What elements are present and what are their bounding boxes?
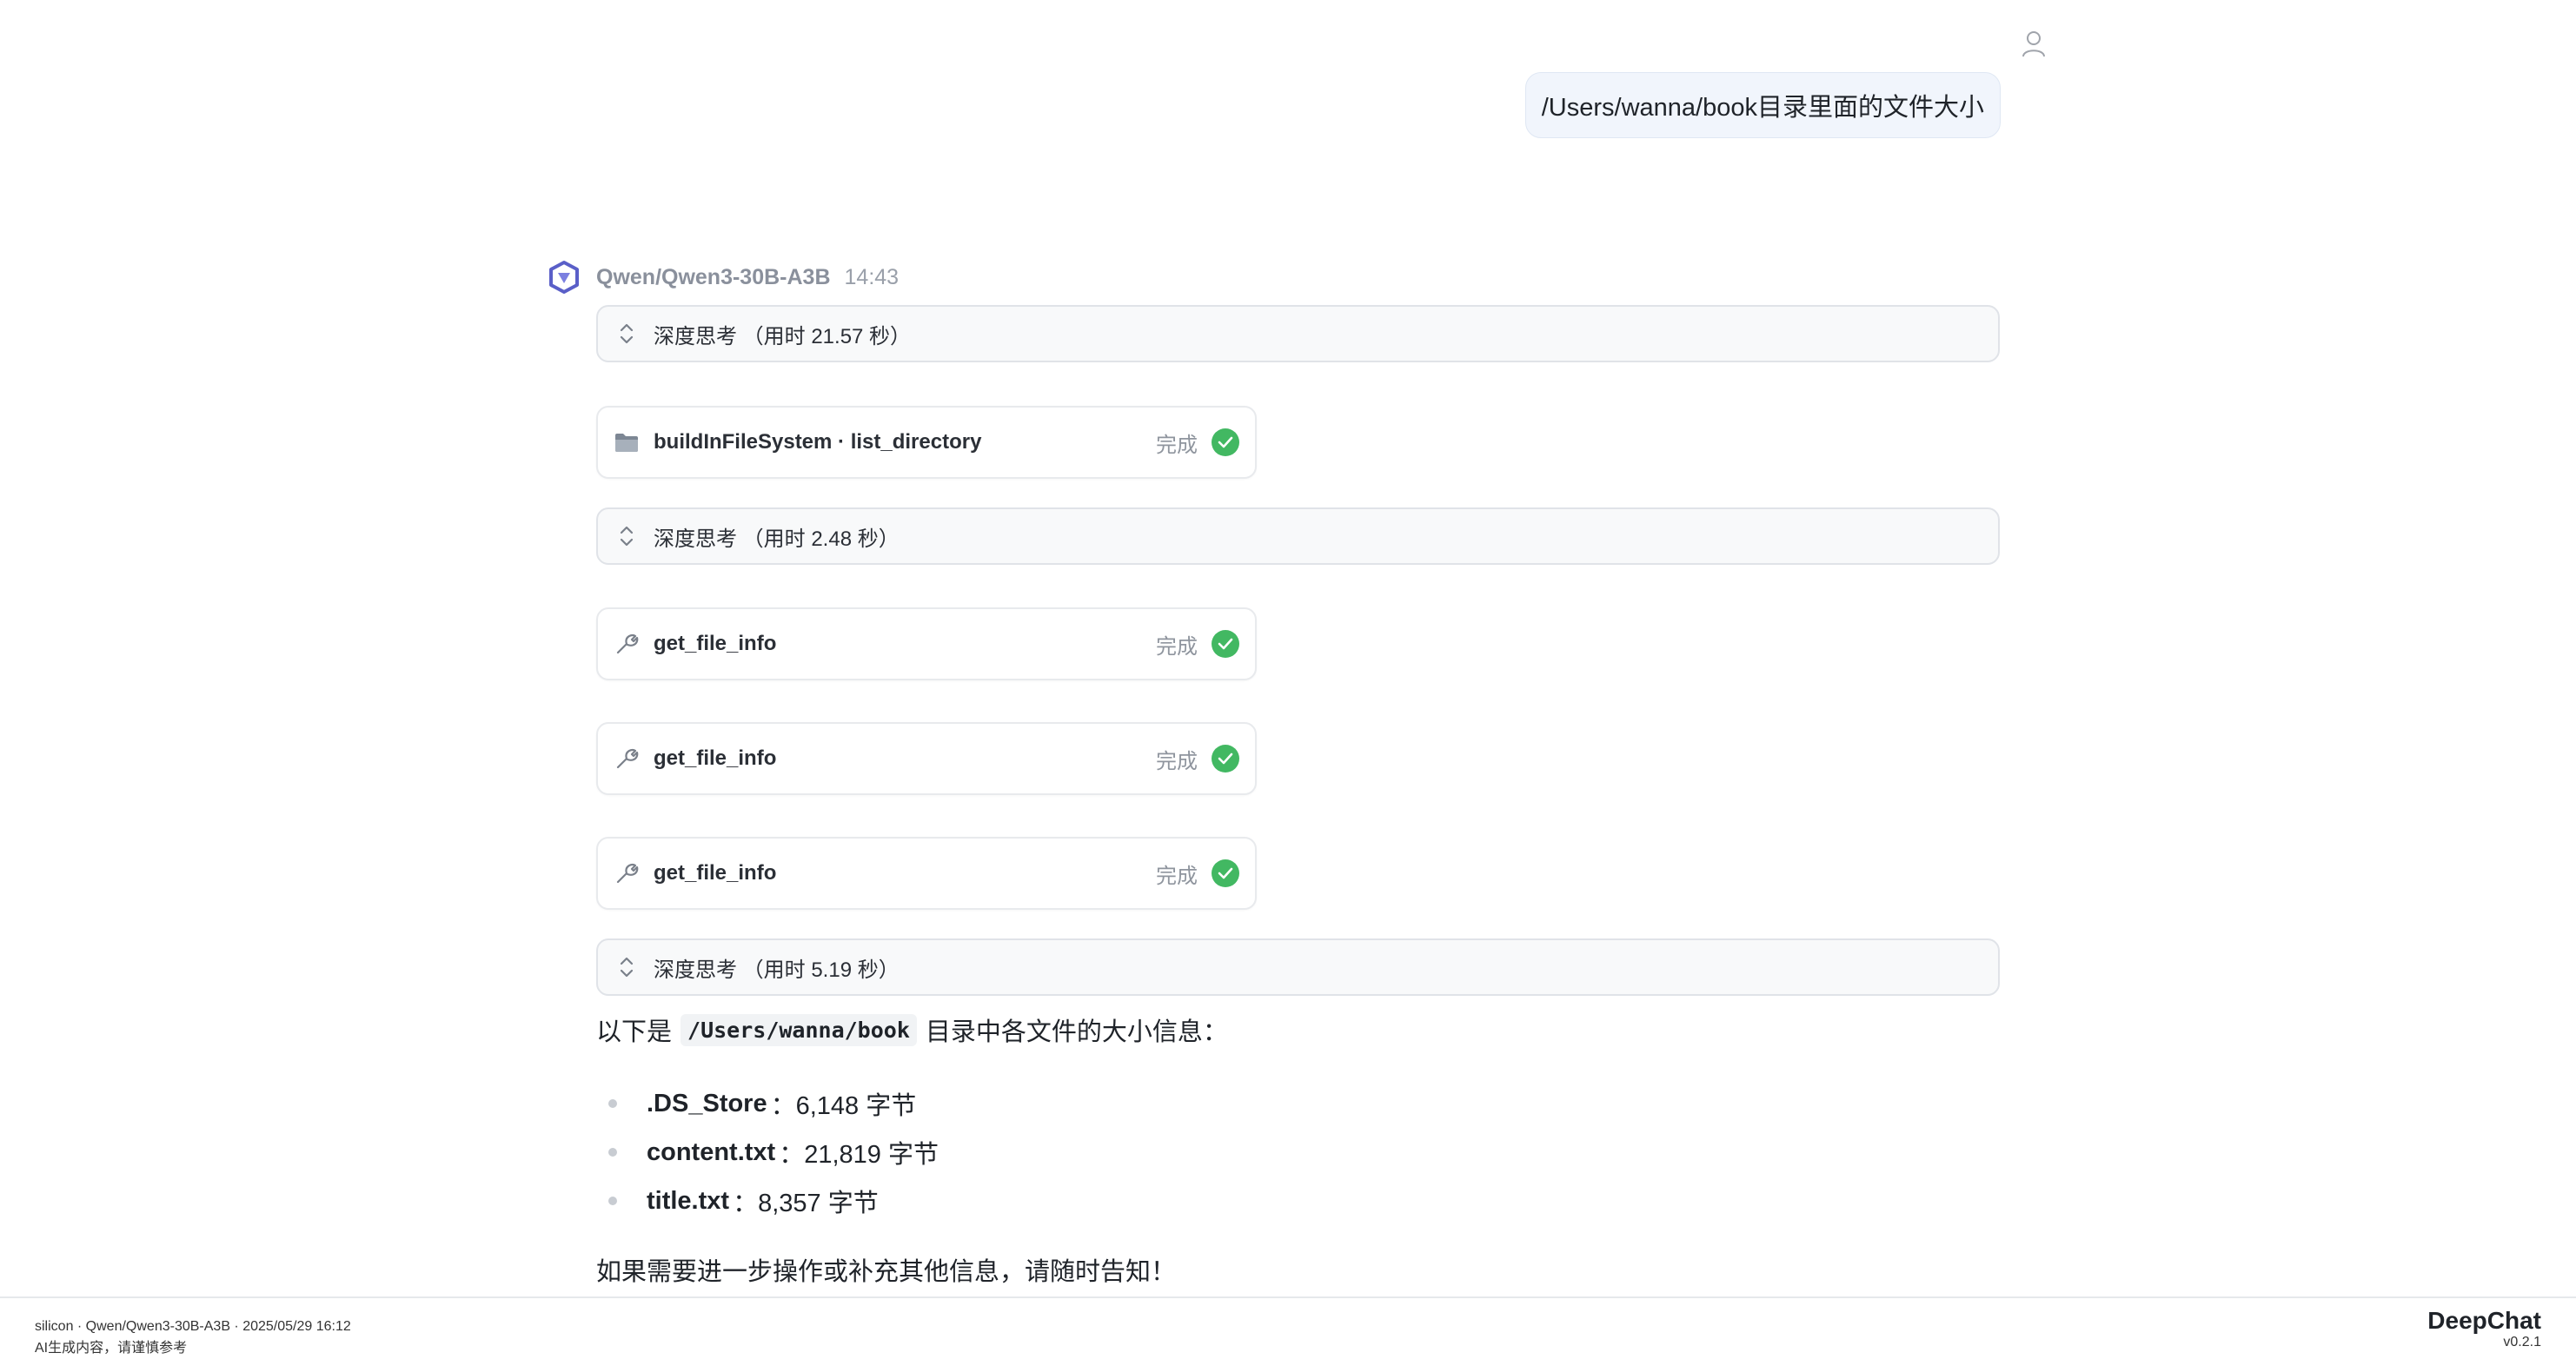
version: v0.2.1 — [2503, 1335, 2541, 1349]
list-item: title.txt ：8,357 字节 — [608, 1177, 939, 1225]
file-size-list: .DS_Store ：6,148 字节 content.txt ：21,819 … — [608, 1079, 939, 1225]
file-name: .DS_Store — [647, 1089, 767, 1117]
inline-code: /Users/wanna/book — [681, 1013, 917, 1046]
list-item: .DS_Store ：6,148 字节 — [608, 1079, 939, 1128]
check-icon — [1212, 428, 1239, 456]
expand-collapse-icon — [617, 954, 636, 980]
message-time: 14:43 — [844, 264, 900, 289]
expand-collapse-icon — [617, 321, 636, 347]
tool-call-card[interactable]: get_file_info 完成 — [596, 837, 1257, 910]
brand: DeepChat v0.2.1 — [2427, 1307, 2541, 1350]
bullet-icon — [608, 1197, 617, 1205]
qwen-logo-icon — [546, 259, 582, 295]
tool-status: 完成 — [1156, 864, 1198, 888]
wrench-icon — [614, 746, 640, 772]
folder-icon — [614, 429, 640, 455]
user-avatar-icon — [2016, 26, 2051, 61]
model-name: Qwen/Qwen3-30B-A3B — [596, 264, 831, 289]
intro-text: 以下是 — [596, 1018, 673, 1046]
tool-call-card[interactable]: get_file_info 完成 — [596, 607, 1257, 680]
tool-status: 完成 — [1156, 634, 1198, 659]
tool-call-card[interactable]: buildInFileSystem · list_directory 完成 — [596, 406, 1257, 479]
check-icon — [1212, 859, 1239, 887]
user-message-bubble[interactable]: /Users/wanna/book目录里面的文件大小 — [1524, 72, 2001, 138]
intro-text: 目录中各文件的大小信息： — [925, 1018, 1228, 1046]
bullet-icon — [608, 1148, 617, 1157]
tool-name: get_file_info — [654, 632, 777, 655]
tool-status: 完成 — [1156, 433, 1198, 457]
file-size: ：6,148 字节 — [770, 1092, 917, 1120]
footer: silicon · Qwen/Qwen3-30B-A3B · 2025/05/2… — [0, 1296, 2576, 1366]
thinking-label: 深度思考 （用时 2.48 秒） — [654, 527, 900, 551]
thinking-block[interactable]: 深度思考 （用时 5.19 秒） — [596, 938, 2000, 996]
file-name: title.txt — [647, 1186, 730, 1215]
file-size: ：21,819 字节 — [779, 1141, 939, 1169]
file-name: content.txt — [647, 1137, 776, 1166]
tool-name: get_file_info — [654, 746, 777, 770]
check-icon — [1212, 745, 1239, 773]
footer-meta: silicon · Qwen/Qwen3-30B-A3B · 2025/05/2… — [35, 1316, 351, 1359]
wrench-icon — [614, 860, 640, 886]
assistant-header: Qwen/Qwen3-30B-A3B 14:43 — [596, 262, 899, 292]
thinking-block[interactable]: 深度思考 （用时 21.57 秒） — [596, 305, 2000, 362]
tool-status: 完成 — [1156, 749, 1198, 773]
wrench-icon — [614, 631, 640, 657]
disclaimer: AI生成内容，请谨慎参考 — [35, 1341, 188, 1356]
expand-collapse-icon — [617, 523, 636, 549]
tool-call-card[interactable]: get_file_info 完成 — [596, 722, 1257, 795]
thinking-label: 深度思考 （用时 5.19 秒） — [654, 958, 900, 982]
answer-intro: 以下是 /Users/wanna/book 目录中各文件的大小信息： — [596, 1011, 1228, 1048]
brand-name: DeepChat — [2427, 1307, 2541, 1334]
meta-line: silicon · Qwen/Qwen3-30B-A3B · 2025/05/2… — [35, 1319, 351, 1334]
bullet-icon — [608, 1099, 617, 1108]
tool-name: buildInFileSystem · list_directory — [654, 430, 982, 454]
thinking-label: 深度思考 （用时 21.57 秒） — [654, 324, 912, 348]
chat-page: /Users/wanna/book目录里面的文件大小 Qwen/Qwen3-30… — [0, 0, 2576, 1366]
file-size: ：8,357 字节 — [733, 1190, 879, 1217]
answer-outro: 如果需要进一步操作或补充其他信息，请随时告知！ — [596, 1258, 1177, 1286]
check-icon — [1212, 630, 1239, 658]
list-item: content.txt ：21,819 字节 — [608, 1128, 939, 1177]
thinking-block[interactable]: 深度思考 （用时 2.48 秒） — [596, 507, 2000, 565]
tool-name: get_file_info — [654, 861, 777, 885]
